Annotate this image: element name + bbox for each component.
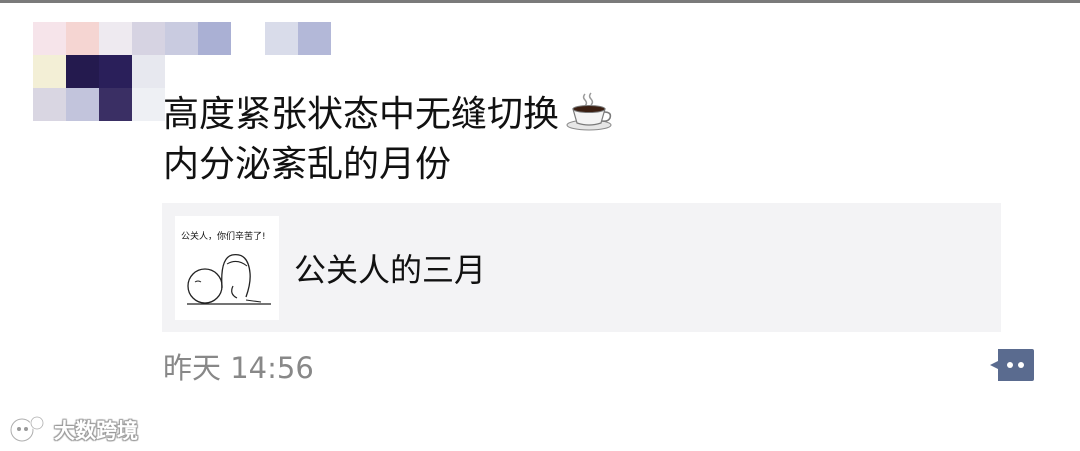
comment-icon[interactable]: [988, 345, 1036, 385]
shared-link-card[interactable]: 公关人，你们辛苦了! 公关人的三月: [162, 203, 1001, 332]
top-divider: [0, 0, 1080, 3]
post-line-2: 内分泌紊乱的月份: [163, 144, 452, 185]
coffee-cup-icon: [566, 92, 612, 131]
watermark-logo-icon: [9, 415, 45, 443]
tired-person-drawing: [187, 253, 271, 305]
post-line-1: 高度紧张状态中无缝切换: [163, 90, 615, 140]
link-thumbnail: 公关人，你们辛苦了!: [175, 216, 279, 320]
avatar[interactable]: [33, 22, 165, 132]
user-name[interactable]: [165, 22, 335, 55]
post-text: 高度紧张状态中无缝切换 内分泌紊乱的月份: [163, 90, 615, 190]
post-line-1-text: 高度紧张状态中无缝切换: [163, 94, 560, 135]
link-title: 公关人的三月: [294, 251, 487, 289]
watermark-text: 大数跨境: [54, 419, 138, 443]
post-timestamp: 昨天 14:56: [163, 351, 314, 385]
watermark: 大数跨境: [8, 414, 138, 446]
